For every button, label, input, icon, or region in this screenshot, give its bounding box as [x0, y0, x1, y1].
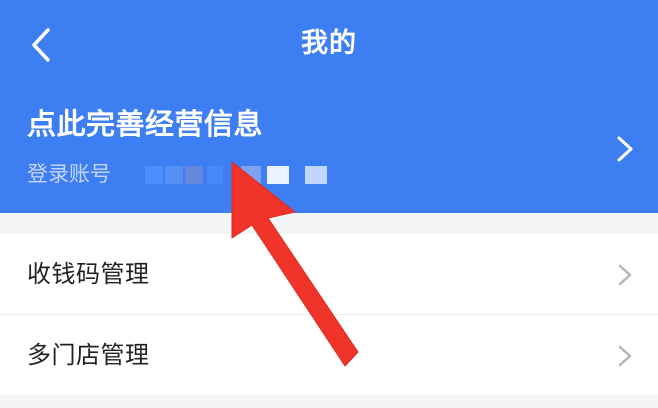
account-number-masked: [145, 166, 327, 184]
menu-item-payment-code[interactable]: 收钱码管理: [0, 234, 658, 315]
paw-icon: [567, 346, 588, 367]
profile-info-row[interactable]: 点此完善经营信息 登录账号: [0, 96, 658, 206]
header-panel: 我的 点此完善经营信息 登录账号: [0, 0, 658, 213]
page-title: 我的: [301, 28, 357, 59]
baidu-jingyan-watermark: Bai 经验 jingyan.baidu.com: [506, 340, 652, 402]
profile-chevron: [610, 132, 640, 166]
complete-business-info-link[interactable]: 点此完善经营信息: [27, 102, 263, 146]
chevron-right-icon: [618, 264, 632, 286]
chevron-right-icon: [617, 136, 633, 162]
menu-item-label: 收钱码管理: [27, 260, 150, 288]
menu-item-label: 多门店管理: [27, 341, 150, 369]
account-label: 登录账号: [27, 162, 111, 186]
watermark-url: jingyan.baidu.com: [508, 375, 619, 389]
